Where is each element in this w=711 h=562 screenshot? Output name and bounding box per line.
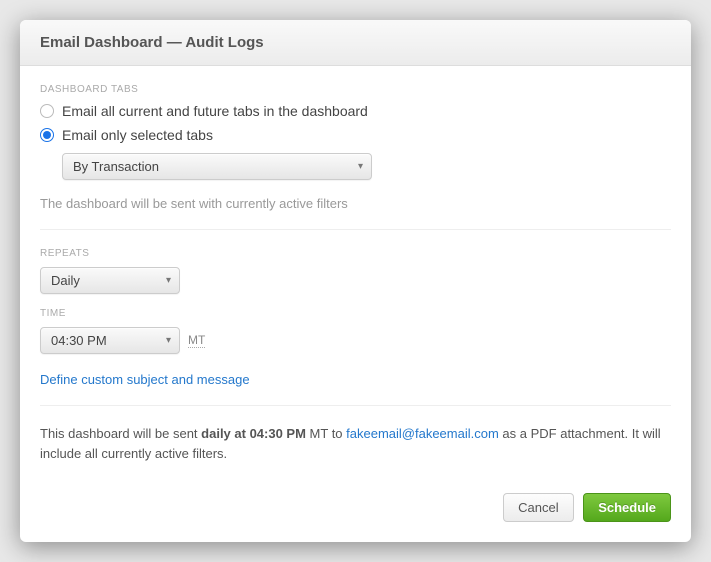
repeats-select[interactable]: Daily ▾ xyxy=(40,267,180,294)
radio-selected-tabs[interactable]: Email only selected tabs xyxy=(40,127,671,143)
dialog-title: Email Dashboard — Audit Logs xyxy=(40,34,671,51)
time-select[interactable]: 04:30 PM ▾ xyxy=(40,327,180,354)
summary-bold: daily at 04:30 PM xyxy=(201,426,306,441)
tabs-hint: The dashboard will be sent with currentl… xyxy=(40,196,671,211)
chevron-down-icon: ▾ xyxy=(166,335,171,346)
schedule-summary: This dashboard will be sent daily at 04:… xyxy=(40,424,671,463)
radio-all-tabs-label: Email all current and future tabs in the… xyxy=(62,103,368,119)
define-custom-link[interactable]: Define custom subject and message xyxy=(40,372,250,387)
radio-icon xyxy=(40,104,54,118)
repeats-label: REPEATS xyxy=(40,248,671,259)
time-value: 04:30 PM xyxy=(51,333,107,348)
repeats-value: Daily xyxy=(51,273,80,288)
divider xyxy=(40,405,671,406)
chevron-down-icon: ▾ xyxy=(166,275,171,286)
radio-icon xyxy=(40,128,54,142)
summary-pre: This dashboard will be sent xyxy=(40,426,201,441)
radio-selected-tabs-label: Email only selected tabs xyxy=(62,127,213,143)
email-dashboard-dialog: Email Dashboard — Audit Logs DASHBOARD T… xyxy=(20,20,691,542)
cancel-button[interactable]: Cancel xyxy=(503,493,573,522)
chevron-down-icon: ▾ xyxy=(358,161,363,172)
time-row: 04:30 PM ▾ MT xyxy=(40,327,671,354)
schedule-button[interactable]: Schedule xyxy=(583,493,671,522)
radio-all-tabs[interactable]: Email all current and future tabs in the… xyxy=(40,103,671,119)
summary-mid: MT to xyxy=(306,426,346,441)
dialog-header: Email Dashboard — Audit Logs xyxy=(20,20,691,66)
dialog-body: DASHBOARD TABS Email all current and fut… xyxy=(20,66,691,463)
dashboard-tabs-label: DASHBOARD TABS xyxy=(40,84,671,95)
timezone-label: MT xyxy=(188,333,205,348)
dialog-footer: Cancel Schedule xyxy=(20,481,691,542)
radio-dot-icon xyxy=(43,131,51,139)
tabs-select[interactable]: By Transaction ▾ xyxy=(62,153,372,180)
divider xyxy=(40,229,671,230)
time-label: TIME xyxy=(40,308,671,319)
tabs-select-value: By Transaction xyxy=(73,159,159,174)
summary-email[interactable]: fakeemail@fakeemail.com xyxy=(346,426,499,441)
